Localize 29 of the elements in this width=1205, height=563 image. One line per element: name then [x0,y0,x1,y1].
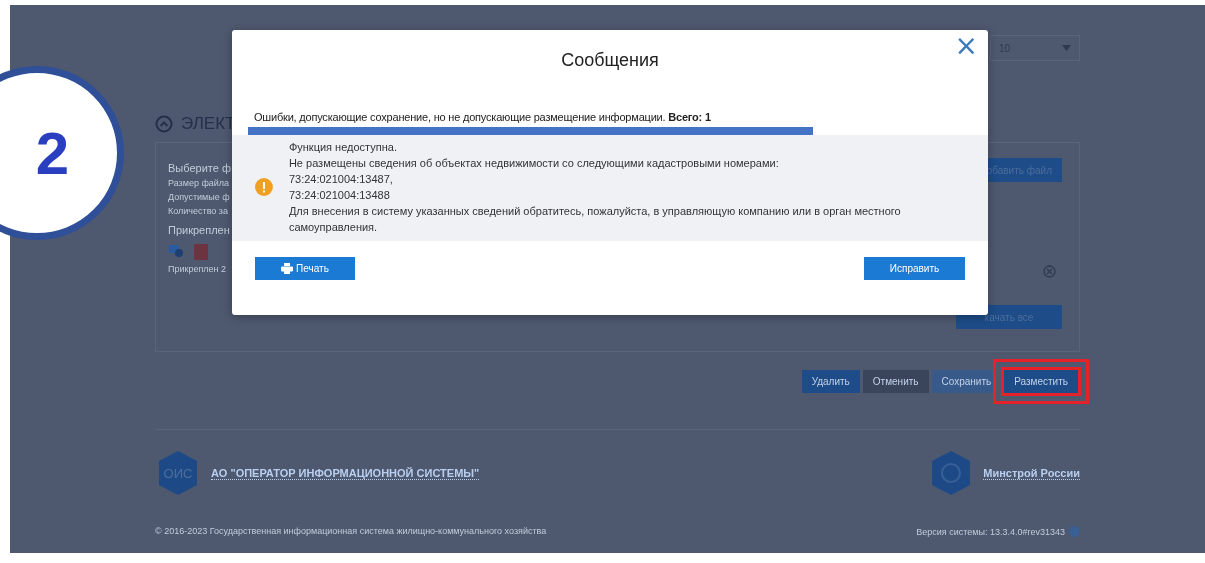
message-text: 73:24:021004:13487, [288,172,394,187]
copyright-text: © 2016-2023 Государственная информационная система жилищно-коммунального хозяйства [155,526,547,537]
fix-button[interactable]: Исправить [864,257,965,280]
action-button[interactable]: Отменить [862,370,929,393]
operator-link[interactable]: АО "ОПЕРАТОР ИНФОРМАЦИОННОЙ СИСТЕМЫ" [211,466,480,480]
version-text: Версия системы: 13.3.4.0#rev31343 [916,526,1065,537]
message-text: 73:24:021004:13488 [288,188,391,203]
close-button[interactable]: × [950,32,982,60]
message-text: Функция недоступна. [288,140,398,155]
dropdown-caret-icon [1062,45,1071,51]
file-rule-text: Допустимые ф [168,192,231,202]
action-button[interactable]: Удалить [801,370,860,393]
printer-icon [281,263,294,274]
attached-count: Прикреплен 2 [168,264,228,274]
panel-heading: Прикреплен [168,224,231,236]
collapse-icon[interactable] [155,115,173,133]
file-rule-text: Размер файла [168,178,231,188]
pdf-icon [194,244,208,260]
print-button[interactable]: Печать [255,257,355,280]
error-group-header: Ошибки, допускающие сохранение, но не допускающие размещение информации. Всего: 1 [254,111,712,123]
remove-icon[interactable] [1043,265,1056,278]
info-icon[interactable] [1069,526,1080,537]
warning-icon [255,178,273,196]
file-rule-text: Количество за [168,206,229,216]
panel-heading: Выберите ф [168,162,231,174]
message-text: Не размещены сведения об объектах недвижимости со следующими кадастровыми номерами: [288,156,780,171]
dialog-title: Сообщения [560,50,660,71]
ministry-link[interactable]: Минстрой России [983,466,1080,480]
message-text: Для внесения в систему указанных сведений обратитесь, пожалуйста, в управляющую компанию или в орган местного самоуправления. [288,204,902,235]
